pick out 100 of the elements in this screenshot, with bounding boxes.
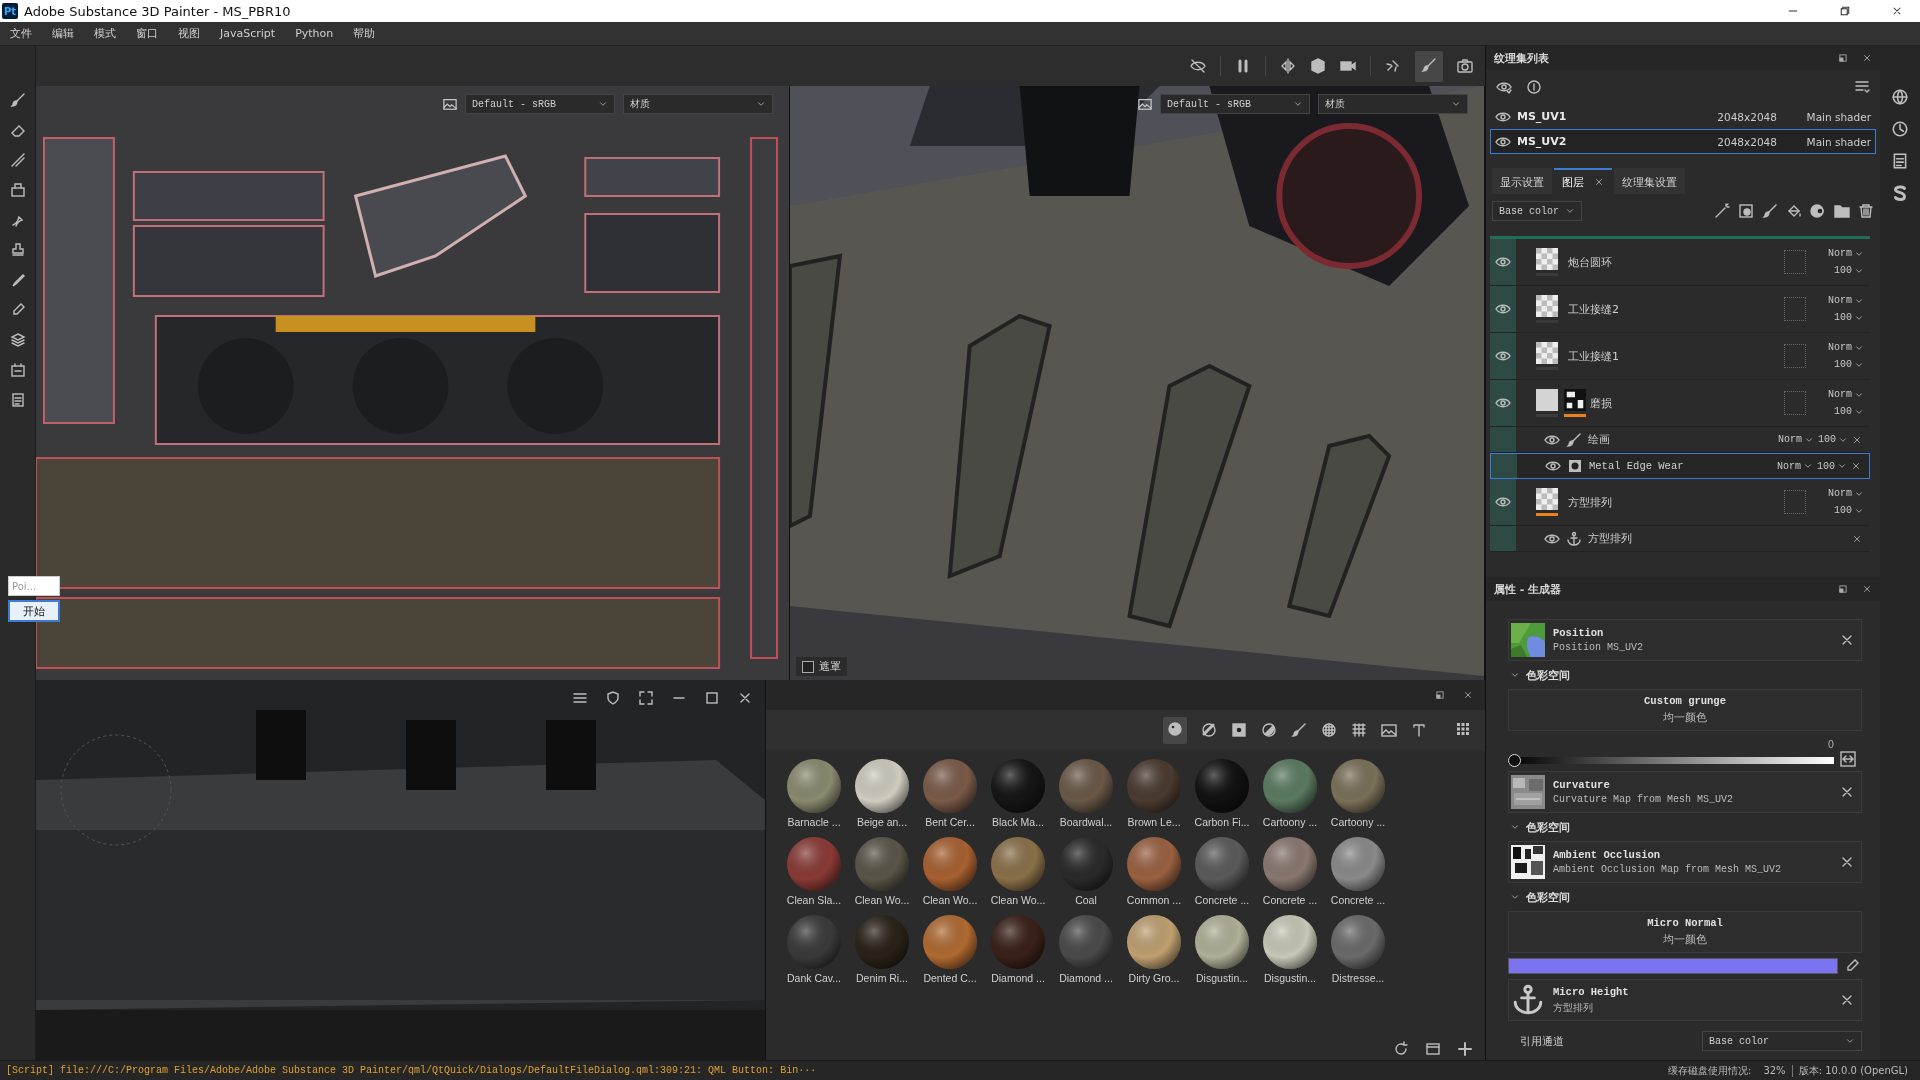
material-item[interactable]: Cartoony ... (1256, 758, 1324, 836)
material-item[interactable]: Clean Wo... (848, 836, 916, 914)
filter-icon[interactable] (1261, 722, 1277, 738)
blend-mode[interactable]: Norm (1828, 295, 1852, 306)
input-slot[interactable]: Ambient Occlusion Ambient Occlusion Map from Mesh MS_UV2 (1508, 841, 1862, 883)
material-sphere-icon[interactable] (1167, 720, 1183, 737)
solo-icon[interactable] (1526, 79, 1542, 95)
material-item[interactable]: Clean Wo... (916, 836, 984, 914)
panel-tab[interactable]: 纹理集设置 (1614, 168, 1685, 194)
blend-mode[interactable]: Norm (1828, 342, 1852, 353)
section-label[interactable]: 色彩空间 (1526, 889, 1570, 905)
opacity-value[interactable]: 100 (1834, 265, 1852, 276)
material-item[interactable]: Brown Le... (1120, 758, 1188, 836)
input-slot[interactable]: Curvature Curvature Map from Mesh MS_UV2 (1508, 771, 1862, 813)
menu-icon[interactable] (572, 690, 588, 706)
smart-material-icon[interactable] (1201, 722, 1217, 738)
section-label[interactable]: 色彩空间 (1526, 819, 1570, 835)
close-icon[interactable] (1852, 434, 1862, 445)
menu-item[interactable]: JavaScript (210, 27, 286, 40)
close-icon[interactable] (1463, 690, 1473, 700)
material-item[interactable]: Concrete ... (1188, 836, 1256, 914)
layer-row[interactable]: 工业接缝2 Norm 100 (1490, 286, 1870, 333)
fill-layer-icon[interactable] (1738, 203, 1754, 219)
texture-set-row[interactable]: MS_UV2 2048x2048 Main shader (1490, 129, 1876, 154)
undock-icon[interactable] (1435, 690, 1445, 700)
menu-item[interactable]: 文件 (0, 26, 42, 41)
menu-item[interactable]: 帮助 (343, 26, 386, 41)
close-icon[interactable] (1862, 53, 1872, 63)
material-item[interactable]: Diamond ... (1052, 914, 1120, 992)
chevron-down-icon[interactable] (1451, 99, 1461, 109)
material-item[interactable]: Disgustin... (1188, 914, 1256, 992)
eyedropper-icon[interactable] (1844, 958, 1860, 974)
history-icon[interactable] (1891, 120, 1909, 138)
s-logo-icon[interactable] (1891, 184, 1909, 202)
cube-icon[interactable] (1310, 58, 1326, 74)
close-icon[interactable] (1852, 533, 1862, 544)
picker-icon[interactable] (9, 272, 26, 288)
procedural-icon[interactable] (1351, 722, 1367, 738)
uniform-slot[interactable]: Micro Normal 均一颜色 (1508, 911, 1862, 953)
symmetry-icon[interactable] (1280, 58, 1296, 74)
slider-thumb[interactable] (1508, 754, 1521, 767)
maximize-icon[interactable] (704, 690, 720, 706)
color-profile-dropdown[interactable]: Default - sRGB (1160, 94, 1310, 114)
blend-mode[interactable]: Norm (1828, 248, 1852, 259)
close-icon[interactable] (1594, 177, 1604, 187)
magic-wand-icon[interactable] (1714, 203, 1730, 219)
material-item[interactable]: Coal (1052, 836, 1120, 914)
blend-mode[interactable]: Norm (1777, 434, 1802, 445)
section-label[interactable]: 色彩空间 (1526, 667, 1570, 683)
material-item[interactable]: Disgustin... (1256, 914, 1324, 992)
channel-dropdown[interactable]: Base color (1702, 1031, 1862, 1051)
material-item[interactable]: Clean Sla... (780, 836, 848, 914)
opacity-value[interactable]: 100 (1818, 434, 1836, 445)
restore-icon[interactable] (1839, 5, 1851, 17)
menu-item[interactable]: 视图 (168, 26, 210, 41)
video-camera-icon[interactable] (1340, 58, 1356, 74)
close-icon[interactable] (1851, 461, 1861, 471)
camera-icon[interactable] (1457, 58, 1473, 74)
menu-item[interactable]: 模式 (84, 26, 126, 41)
undock-icon[interactable] (1838, 53, 1848, 63)
effect-row[interactable]: 方型排列 (1490, 526, 1870, 552)
chevron-down-icon[interactable] (1565, 206, 1575, 216)
chevron-down-icon[interactable] (1803, 461, 1813, 471)
input-slot[interactable]: Micro Height 方型排列 (1508, 979, 1862, 1021)
material-item[interactable]: Diamond ... (984, 914, 1052, 992)
geometry-icon[interactable] (9, 182, 26, 198)
smart-mask-icon[interactable] (1810, 203, 1826, 219)
material-item[interactable]: Clean Wo... (984, 836, 1052, 914)
material-item[interactable]: Concrete ... (1324, 836, 1392, 914)
mask-checkbox[interactable] (802, 660, 814, 673)
grayscale-slider[interactable] (1508, 754, 1834, 767)
material-item[interactable]: Beige an... (848, 758, 916, 836)
notes-icon[interactable] (9, 392, 26, 408)
layer-row[interactable]: 方型排列 Norm 100 (1490, 479, 1870, 526)
chevron-down-icon[interactable] (1837, 461, 1847, 471)
brush-icon[interactable] (1762, 203, 1778, 219)
stamp-icon[interactable] (9, 242, 26, 258)
brush-icon[interactable] (9, 92, 26, 108)
color-swatch[interactable] (1508, 958, 1838, 974)
environment-icon[interactable] (1381, 722, 1397, 738)
add-icon[interactable] (1457, 1041, 1473, 1057)
layer-row[interactable]: 磨损 Norm 100 (1490, 380, 1870, 427)
blend-mode[interactable]: Norm (1828, 389, 1852, 400)
trash-icon[interactable] (1858, 203, 1874, 219)
chevron-down-icon[interactable] (1293, 99, 1303, 109)
text-icon[interactable] (1411, 722, 1427, 738)
close-icon[interactable] (1862, 584, 1872, 594)
material-item[interactable]: Concrete ... (1256, 836, 1324, 914)
globe-icon[interactable] (1891, 88, 1909, 106)
bake-icon[interactable] (9, 362, 26, 378)
mask-icon[interactable] (1231, 722, 1247, 738)
layer-row[interactable]: 炮台圆环 Norm 100 (1490, 239, 1870, 286)
material-item[interactable]: Denim Ri... (848, 914, 916, 992)
undock-icon[interactable] (1838, 584, 1848, 594)
grid-view-icon[interactable] (1455, 720, 1471, 737)
color-map-icon[interactable] (1138, 97, 1152, 111)
close-icon[interactable] (1891, 5, 1903, 17)
swap-icon[interactable] (1840, 751, 1856, 767)
menu-item[interactable]: Python (285, 27, 344, 40)
window-icon[interactable] (1425, 1041, 1441, 1057)
